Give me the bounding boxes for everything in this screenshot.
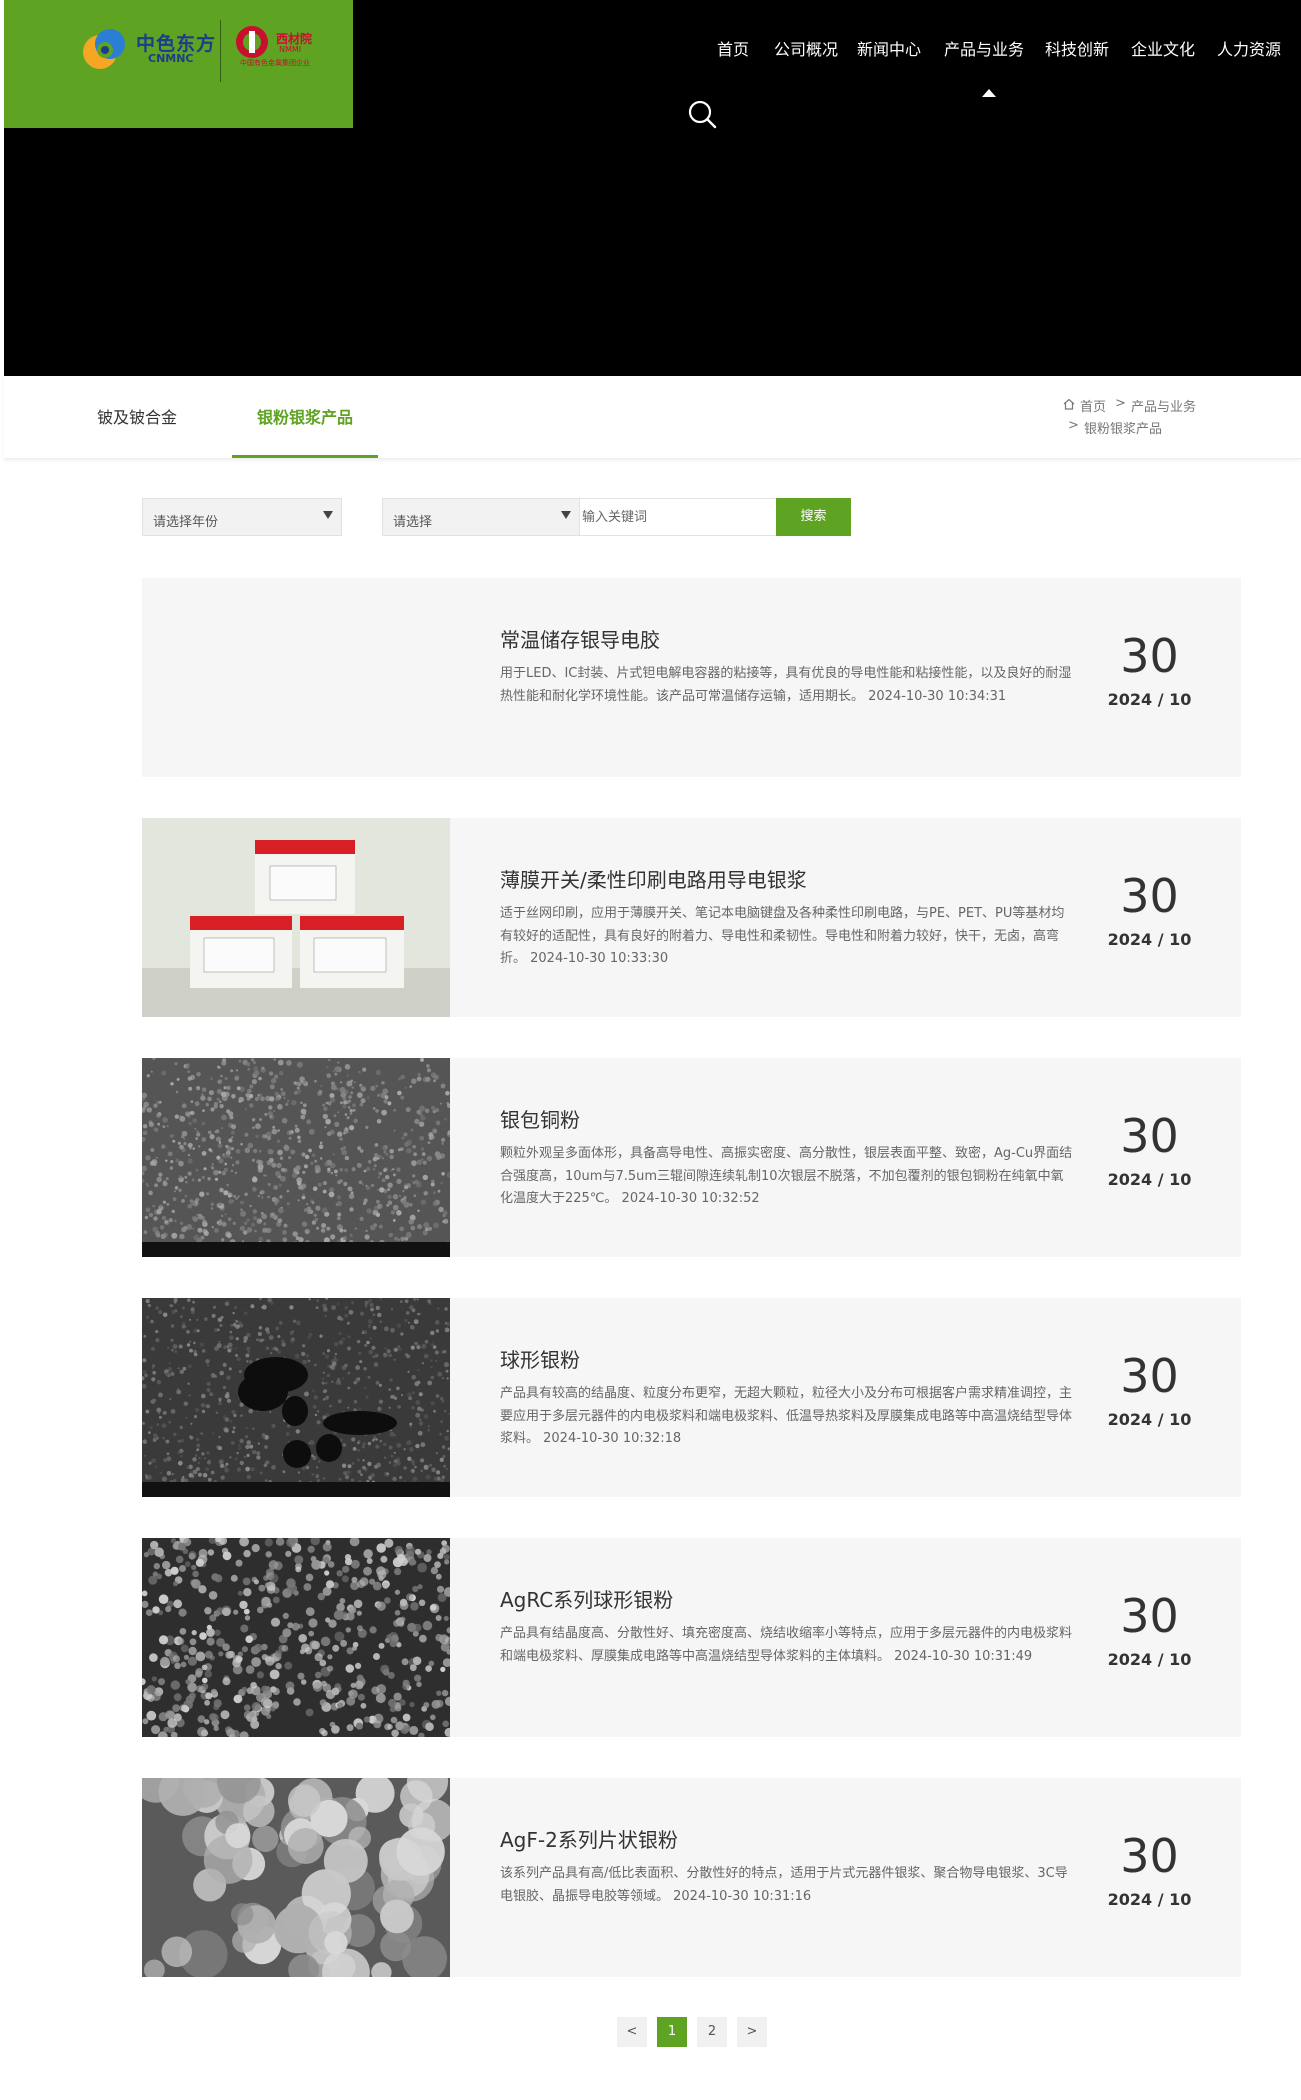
date-day: 30 — [1120, 1589, 1179, 1643]
next-page-button[interactable]: > — [737, 2017, 767, 2047]
date-day: 30 — [1120, 1109, 1179, 1163]
cnmnc-logo-icon — [83, 29, 125, 69]
product-card[interactable]: 银包铜粉颗粒外观呈多面体形，具备高导电性、高振实密度、高分散性，银层表面平整、致… — [142, 1058, 1241, 1257]
product-description: 产品具有结晶度高、分散性好、填充密度高、烧结收缩率小等特点，应用于多层元器件的内… — [500, 1626, 1073, 1664]
nav-item-about[interactable]: 公司概况 — [774, 36, 838, 60]
product-title[interactable]: 常温储存银导电胶 — [500, 624, 660, 653]
date-year-month: 2024 / 10 — [1107, 1170, 1192, 1189]
product-card[interactable]: 常温储存银导电胶用于LED、IC封装、片式钽电解电容器的粘接等，具有优良的导电性… — [142, 578, 1241, 777]
product-image[interactable] — [142, 818, 450, 1017]
logo-divider — [220, 20, 221, 82]
breadcrumb-separator: > — [1115, 396, 1126, 411]
product-title[interactable]: 银包铜粉 — [500, 1104, 580, 1133]
year-select-value: 请选择年份 — [153, 515, 219, 530]
logo-partner-en: NMMI — [279, 45, 302, 54]
date-year-month: 2024 / 10 — [1107, 690, 1192, 709]
product-description: 颗粒外观呈多面体形，具备高导电性、高振实密度、高分散性，银层表面平整、致密，Ag… — [500, 1146, 1073, 1206]
date-day: 30 — [1120, 629, 1179, 683]
nmmi-logo-icon — [236, 26, 268, 58]
page-1-button[interactable]: 1 — [657, 2017, 687, 2047]
date-year-month: 2024 / 10 — [1107, 930, 1192, 949]
product-description: 用于LED、IC封装、片式钽电解电容器的粘接等，具有优良的导电性能和粘接性能，以… — [500, 666, 1072, 704]
type-select[interactable]: 请选择 — [382, 498, 580, 536]
chevron-down-icon — [323, 511, 333, 519]
type-select-value: 请选择 — [393, 515, 433, 530]
home-icon — [1063, 398, 1075, 410]
keyword-input[interactable] — [579, 498, 777, 536]
product-title[interactable]: AgF-2系列片状银粉 — [500, 1824, 678, 1853]
product-title[interactable]: 球形银粉 — [500, 1344, 580, 1373]
product-description: 该系列产品具有高/低比表面积、分散性好的特点，适用于片式元器件银浆、聚合物导电银… — [500, 1866, 1068, 1904]
date-day: 30 — [1120, 1349, 1179, 1403]
breadcrumb-current[interactable]: 银粉银浆产品 — [1084, 418, 1162, 437]
search-icon[interactable] — [686, 98, 718, 130]
date-day: 30 — [1120, 1829, 1179, 1883]
product-card[interactable]: AgF-2系列片状银粉该系列产品具有高/低比表面积、分散性好的特点，适用于片式元… — [142, 1778, 1241, 1977]
search-button[interactable]: 搜索 — [776, 498, 851, 536]
nav-item-tech[interactable]: 科技创新 — [1045, 36, 1109, 60]
prev-page-button[interactable]: < — [617, 2017, 647, 2047]
tab-silver-powder[interactable]: 银粉银浆产品 — [257, 404, 353, 428]
product-image[interactable] — [142, 1778, 450, 1977]
product-image[interactable] — [142, 1058, 450, 1257]
nav-item-news[interactable]: 新闻中心 — [857, 36, 921, 60]
product-title[interactable]: 薄膜开关/柔性印刷电路用导电银浆 — [500, 864, 807, 893]
breadcrumb-home[interactable]: 首页 — [1080, 396, 1106, 415]
date-year-month: 2024 / 10 — [1107, 1650, 1192, 1669]
date-year-month: 2024 / 10 — [1107, 1410, 1192, 1429]
product-image[interactable] — [142, 1538, 450, 1737]
product-card[interactable]: AgRC系列球形银粉产品具有结晶度高、分散性好、填充密度高、烧结收缩率小等特点，… — [142, 1538, 1241, 1737]
breadcrumb-section[interactable]: 产品与业务 — [1131, 396, 1196, 415]
nav-item-home[interactable]: 首页 — [717, 36, 749, 60]
year-select[interactable]: 请选择年份 — [142, 498, 342, 536]
product-image[interactable] — [142, 1298, 450, 1497]
date-year-month: 2024 / 10 — [1107, 1890, 1192, 1909]
logo-partner-sub: 中国有色金属集团企业 — [240, 59, 310, 67]
hero-banner: 中色东方 CNMNC 西材院 NMMI 中国有色金属集团企业 首页 公司概况 新… — [4, 0, 1301, 376]
logo-brand-en: CNMNC — [148, 52, 194, 65]
nav-item-culture[interactable]: 企业文化 — [1131, 36, 1195, 60]
date-day: 30 — [1120, 869, 1179, 923]
tab-beryllium[interactable]: 铍及铍合金 — [97, 404, 177, 428]
nav-item-hr[interactable]: 人力资源 — [1217, 36, 1281, 60]
product-description: 适于丝网印刷，应用于薄膜开关、笔记本电脑键盘及各种柔性印刷电路，与PE、PET、… — [500, 906, 1065, 966]
logo[interactable]: 中色东方 CNMNC 西材院 NMMI 中国有色金属集团企业 — [4, 0, 353, 128]
product-title[interactable]: AgRC系列球形银粉 — [500, 1584, 673, 1613]
page-2-button[interactable]: 2 — [697, 2017, 727, 2047]
product-card[interactable]: 球形银粉产品具有较高的结晶度、粒度分布更窄，无超大颗粒，粒径大小及分布可根据客户… — [142, 1298, 1241, 1497]
active-tab-underline — [232, 455, 378, 458]
product-card[interactable]: 薄膜开关/柔性印刷电路用导电银浆适于丝网印刷，应用于薄膜开关、笔记本电脑键盘及各… — [142, 818, 1241, 1017]
product-description: 产品具有较高的结晶度、粒度分布更窄，无超大颗粒，粒径大小及分布可根据客户需求精准… — [500, 1386, 1073, 1446]
category-subnav: 铍及铍合金 银粉银浆产品 首页 > 产品与业务 > 银粉银浆产品 — [4, 376, 1301, 459]
active-nav-indicator — [982, 89, 996, 97]
chevron-down-icon — [561, 511, 571, 519]
nav-item-products[interactable]: 产品与业务 — [944, 36, 1024, 60]
breadcrumb-separator: > — [1068, 418, 1079, 433]
